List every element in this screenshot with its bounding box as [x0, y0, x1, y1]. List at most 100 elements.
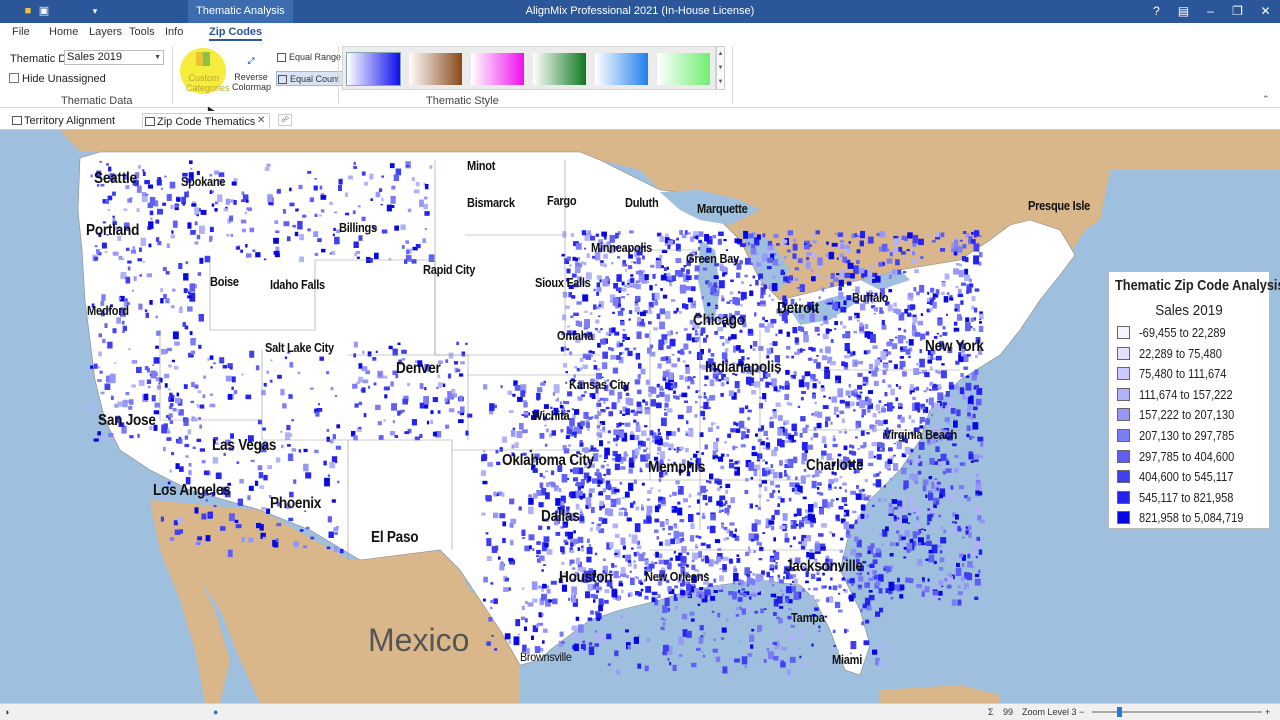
thematic-data-select[interactable]: Sales 2019 ▼ — [64, 50, 164, 65]
swatch-blue[interactable] — [346, 52, 401, 86]
document-tabs: Territory Alignment Zip Code Thematics ✕… — [0, 111, 1280, 130]
group-label-thematic-data: Thematic Data — [61, 95, 133, 107]
legend-subtitle: Sales 2019 — [1155, 302, 1223, 319]
zoom-in-button[interactable]: + — [1265, 707, 1270, 717]
swatch-brown[interactable] — [409, 53, 462, 85]
equal-count-button[interactable]: Equal Count — [276, 71, 343, 86]
city-label: Boise — [210, 274, 239, 289]
legend-color-swatch — [1117, 511, 1130, 525]
city-label: Spokane — [181, 174, 226, 189]
tab-file[interactable]: File — [12, 26, 30, 38]
zoom-out-button[interactable]: − — [1079, 707, 1084, 717]
city-label: Dallas — [541, 508, 580, 525]
open-folder-icon[interactable]: ■ — [21, 4, 35, 18]
city-label: Los Angeles — [153, 482, 231, 499]
city-label: Denver — [396, 360, 441, 377]
legend-color-swatch — [1117, 387, 1130, 401]
quick-access-dropdown-icon[interactable]: ▾ — [88, 4, 102, 18]
city-label: Presque Isle — [1028, 198, 1091, 213]
legend-item-label: -69,455 to 22,289 — [1139, 325, 1226, 340]
equal-range-icon — [277, 53, 286, 62]
zoom-slider-thumb[interactable] — [1117, 707, 1122, 717]
ribbon-separator — [172, 46, 173, 104]
swatch-green[interactable] — [533, 53, 586, 85]
legend-color-swatch — [1117, 367, 1130, 381]
city-label: Duluth — [625, 195, 659, 210]
city-label: Oklahoma City — [502, 452, 594, 469]
title-bar: ■ ▣ ▾ Thematic Analysis AlignMix Profess… — [0, 0, 1280, 23]
city-label: Buffalo — [852, 290, 889, 305]
map-icon — [12, 116, 22, 125]
tab-zip-codes[interactable]: Zip Codes — [209, 26, 263, 41]
ribbon-display-icon[interactable]: ▤ — [1170, 0, 1197, 23]
city-label: Seattle — [94, 170, 137, 187]
city-label: Kansas City — [569, 377, 630, 392]
city-label: New York — [925, 338, 984, 355]
ribbon-tabs: File Home Layers Tools Info Zip Codes — [0, 23, 1280, 42]
map-view[interactable]: Seattle Spokane Minot Bismarck Fargo Dul… — [0, 130, 1280, 703]
save-icon[interactable]: ▣ — [37, 4, 51, 18]
hide-unassigned-label: Hide Unassigned — [22, 73, 106, 85]
thematic-style-gallery — [342, 46, 716, 90]
legend-item-label: 22,289 to 75,480 — [1139, 345, 1222, 361]
tab-zip-code-thematics[interactable]: Zip Code Thematics — [142, 113, 270, 129]
swatch-sky[interactable] — [595, 53, 648, 85]
chevron-down-icon: ▼ — [154, 54, 161, 61]
reverse-colormap-icon[interactable]: ↔ — [238, 48, 263, 71]
globe-icon[interactable]: ◑ — [4, 707, 9, 717]
equal-count-label: Equal Count — [290, 74, 340, 84]
categories-icon — [196, 52, 210, 66]
legend-item-label: 821,958 to 5,084,719 — [1139, 510, 1244, 526]
tab-info[interactable]: Info — [165, 26, 183, 38]
legend-color-swatch — [1117, 449, 1130, 463]
collapse-ribbon-icon[interactable]: ⌃ — [1262, 94, 1270, 105]
thematic-data-value: Sales 2019 — [67, 51, 123, 63]
swatch-magenta[interactable] — [471, 53, 524, 85]
city-label: Wichita — [532, 408, 570, 423]
tab-tools[interactable]: Tools — [129, 26, 155, 38]
grid-icon — [145, 117, 155, 126]
ribbon-separator — [338, 46, 339, 104]
city-label: Las Vegas — [212, 437, 277, 454]
caribbean-landmass — [880, 685, 1000, 703]
minimize-icon[interactable]: – — [1197, 0, 1224, 23]
city-label: Tampa — [791, 610, 825, 625]
city-label: Detroit — [777, 300, 820, 317]
close-tab-icon[interactable]: ✕ — [257, 115, 265, 126]
legend-color-swatch — [1117, 429, 1130, 442]
location-pin-icon[interactable]: ● — [213, 707, 218, 717]
legend-color-swatch — [1117, 408, 1130, 422]
tab-label: Territory Alignment — [24, 115, 116, 127]
new-tab-button[interactable]: ☍ — [278, 114, 292, 126]
help-icon[interactable]: ? — [1143, 0, 1170, 23]
city-label: Minneapolis — [591, 240, 653, 255]
tab-home[interactable]: Home — [49, 26, 78, 38]
legend-item-label: 157,222 to 207,130 — [1139, 407, 1235, 423]
swatch-light-green[interactable] — [657, 53, 710, 85]
city-label: Rapid City — [423, 262, 476, 277]
city-label: Green Bay — [686, 251, 739, 266]
city-label: Billings — [339, 220, 377, 235]
legend-item-label: 207,130 to 297,785 — [1139, 428, 1235, 443]
legend-color-swatch — [1117, 326, 1130, 339]
tab-label: Zip Code Thematics — [157, 116, 256, 128]
city-label: Miami — [832, 652, 863, 667]
reverse-colormap-button[interactable]: Reverse Colormap — [232, 72, 271, 92]
map-canvas — [0, 130, 1280, 703]
city-label: Chicago — [693, 312, 745, 329]
close-icon[interactable]: ✕ — [1252, 0, 1279, 23]
legend-item-label: 297,785 to 404,600 — [1139, 448, 1235, 464]
city-label: Idaho Falls — [270, 277, 325, 292]
group-label-thematic-style: Thematic Style — [426, 95, 499, 107]
tab-territory-alignment[interactable]: Territory Alignment — [10, 113, 138, 129]
equal-range-button[interactable]: Equal Range — [276, 50, 343, 65]
city-label: Portland — [86, 222, 140, 239]
city-label: Indianapolis — [705, 359, 782, 376]
restore-icon[interactable]: ❐ — [1224, 0, 1251, 23]
city-label: Brownsville — [520, 650, 572, 664]
hide-unassigned-checkbox[interactable] — [9, 73, 19, 83]
gallery-scroll[interactable]: ▲ ▼ ▼ — [716, 46, 725, 90]
tab-layers[interactable]: Layers — [89, 26, 122, 38]
legend-item-label: 545,117 to 821,958 — [1139, 489, 1234, 505]
city-label: El Paso — [371, 529, 419, 546]
